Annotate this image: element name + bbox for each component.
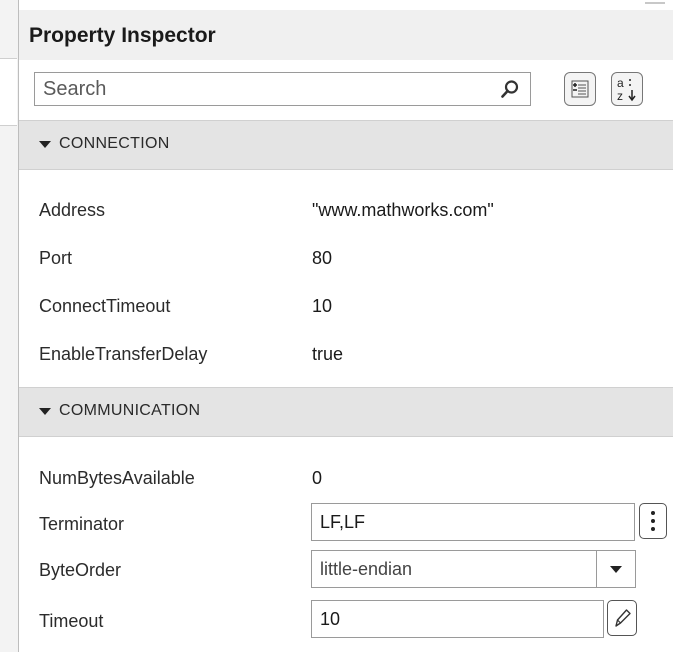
section-header-connection[interactable]: CONNECTION xyxy=(19,120,673,170)
magnifier-icon[interactable] xyxy=(500,79,520,99)
property-row-terminator: Terminator xyxy=(19,501,673,541)
dropdown-selected-value: little-endian xyxy=(320,559,413,579)
property-row-enable-transfer-delay: EnableTransferDelay true xyxy=(19,334,673,374)
gutter-stripe xyxy=(0,58,17,126)
property-row-port: Port 80 xyxy=(19,238,673,278)
dropdown-button[interactable] xyxy=(596,551,635,587)
alphabetize-button[interactable]: a z xyxy=(611,72,643,106)
section-label: CONNECTION xyxy=(59,135,170,152)
timeout-field[interactable] xyxy=(311,600,604,638)
property-name: NumBytesAvailable xyxy=(39,468,195,488)
pencil-icon xyxy=(615,609,631,627)
section-header-communication[interactable]: COMMUNICATION xyxy=(19,387,673,437)
categorized-list-icon xyxy=(571,80,589,98)
property-name: EnableTransferDelay xyxy=(39,344,208,364)
property-row-address: Address "www.mathworks.com" xyxy=(19,190,673,230)
property-inspector-panel: Property Inspector a z xyxy=(19,10,673,652)
collapse-arrow-icon[interactable] xyxy=(39,141,51,148)
categorize-button[interactable] xyxy=(564,72,596,106)
search-box[interactable] xyxy=(34,72,531,106)
terminator-field[interactable] xyxy=(311,503,635,541)
sort-alphabetical-icon: a z xyxy=(617,76,636,103)
property-name: Address xyxy=(39,200,106,220)
chevron-down-icon xyxy=(610,566,622,573)
more-options-button[interactable] xyxy=(639,503,667,539)
property-value: 10 xyxy=(312,296,333,316)
byte-order-dropdown[interactable]: little-endian xyxy=(311,550,636,588)
property-name: ByteOrder xyxy=(39,560,122,580)
panel-title: Property Inspector xyxy=(29,24,216,47)
collapse-arrow-icon[interactable] xyxy=(39,408,51,415)
property-value: 0 xyxy=(312,468,323,488)
property-row-connect-timeout: ConnectTimeout 10 xyxy=(19,286,673,326)
edit-button[interactable] xyxy=(607,600,637,636)
svg-text:z: z xyxy=(617,89,623,103)
property-name: Timeout xyxy=(39,611,104,631)
property-row-num-bytes-available: NumBytesAvailable 0 xyxy=(19,458,673,498)
section-label: COMMUNICATION xyxy=(59,402,201,419)
property-value: 80 xyxy=(312,248,333,268)
vertical-ellipsis-icon xyxy=(651,511,655,531)
svg-text:a: a xyxy=(617,76,624,90)
property-name: Port xyxy=(39,248,73,268)
property-name: ConnectTimeout xyxy=(39,296,171,316)
top-strip xyxy=(0,0,673,10)
search-input[interactable] xyxy=(35,73,495,105)
scroll-hint xyxy=(645,2,665,7)
property-name: Terminator xyxy=(39,514,125,534)
property-value: true xyxy=(312,344,344,364)
property-row-timeout: Timeout xyxy=(19,598,673,638)
property-value: "www.mathworks.com" xyxy=(312,200,494,220)
left-gutter xyxy=(0,0,19,652)
property-row-byte-order: ByteOrder little-endian xyxy=(19,548,673,588)
panel-titlebar: Property Inspector xyxy=(19,10,673,60)
